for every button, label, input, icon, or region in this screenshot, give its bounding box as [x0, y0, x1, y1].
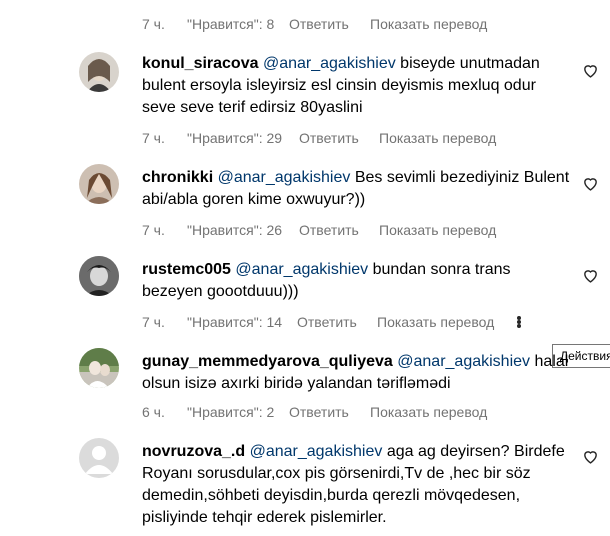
comment-username[interactable]: gunay_memmedyarova_quliyeva	[142, 353, 393, 370]
like-count[interactable]: "Нравится": 29	[187, 130, 282, 146]
show-translation-button[interactable]: Показать перевод	[370, 404, 487, 420]
like-heart-icon[interactable]	[582, 62, 599, 79]
avatar[interactable]	[79, 164, 119, 204]
show-translation-button[interactable]: Показать перевод	[377, 314, 494, 330]
mention-link[interactable]: @anar_agakishiev	[235, 261, 368, 278]
show-translation-button[interactable]: Показать перевод	[379, 222, 496, 238]
comment-time[interactable]: 7 ч.	[142, 314, 165, 330]
avatar[interactable]	[79, 438, 119, 478]
avatar[interactable]	[79, 256, 119, 296]
like-count[interactable]: "Нравится": 8	[187, 16, 274, 32]
comment-time[interactable]: 7 ч.	[142, 130, 165, 146]
show-translation-button[interactable]: Показать перевод	[370, 16, 487, 32]
like-heart-icon[interactable]	[582, 267, 599, 284]
show-translation-button[interactable]: Показать перевод	[379, 130, 496, 146]
comment-time[interactable]: 6 ч.	[142, 404, 165, 420]
comment-time[interactable]: 7 ч.	[142, 222, 165, 238]
comment-username[interactable]: chronikki	[142, 169, 213, 186]
mention-link[interactable]: @anar_agakishiev	[397, 353, 530, 370]
reply-button[interactable]: Ответить	[297, 314, 357, 330]
comment-time[interactable]: 7 ч.	[142, 16, 165, 32]
like-count[interactable]: "Нравится": 2	[187, 404, 274, 420]
like-count[interactable]: "Нравится": 26	[187, 222, 282, 238]
comment-text: konul_siracova @anar_agakishiev biseyde …	[142, 53, 572, 119]
reply-button[interactable]: Ответить	[289, 16, 349, 32]
comment-text: chronikki @anar_agakishiev Bes sevimli b…	[142, 167, 572, 211]
reply-button[interactable]: Ответить	[289, 404, 349, 420]
avatar[interactable]	[79, 348, 119, 388]
comment-text: rustemc005 @anar_agakishiev bundan sonra…	[142, 259, 572, 303]
like-heart-icon[interactable]	[582, 448, 599, 465]
comment-text: gunay_memmedyarova_quliyeva @anar_agakis…	[142, 351, 572, 395]
mention-link[interactable]: @anar_agakishiev	[263, 55, 396, 72]
comment-username[interactable]: novruzova_.d	[142, 443, 245, 460]
like-count[interactable]: "Нравится": 14	[187, 314, 282, 330]
reply-button[interactable]: Ответить	[299, 222, 359, 238]
mention-link[interactable]: @anar_agakishiev	[250, 443, 383, 460]
comment-username[interactable]: rustemc005	[142, 261, 231, 278]
like-heart-icon[interactable]	[582, 175, 599, 192]
reply-button[interactable]: Ответить	[299, 130, 359, 146]
comment-username[interactable]: konul_siracova	[142, 55, 259, 72]
mention-link[interactable]: @anar_agakishiev	[218, 169, 351, 186]
avatar[interactable]	[79, 52, 119, 92]
more-options-icon[interactable]	[517, 316, 521, 328]
comment-text: novruzova_.d @anar_agakishiev aga ag dey…	[142, 441, 572, 529]
